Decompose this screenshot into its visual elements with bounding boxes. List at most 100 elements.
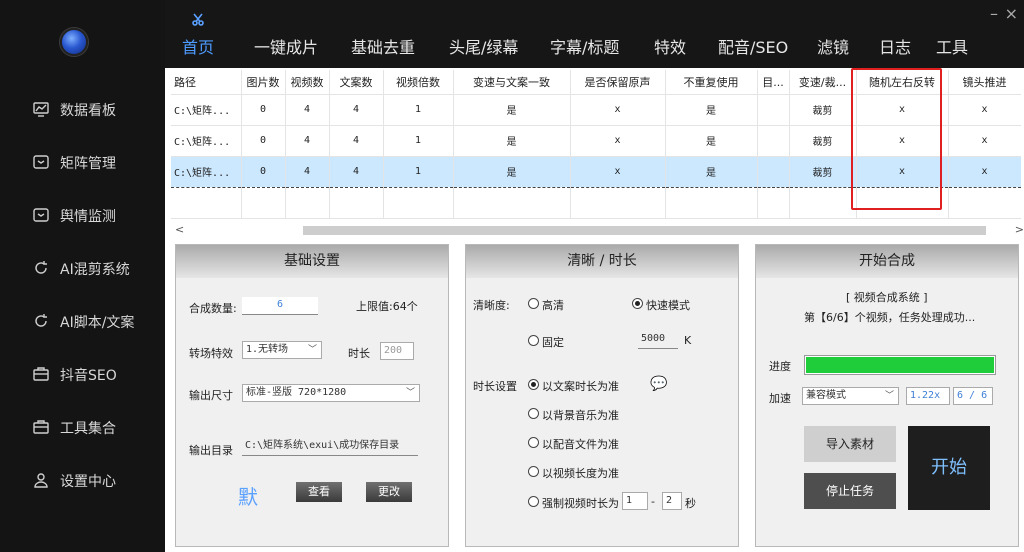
- column-header[interactable]: 图片数: [241, 70, 286, 95]
- d-opt3-label: 以配音文件为准: [542, 438, 619, 451]
- table-cell: x: [856, 125, 949, 157]
- start-button[interactable]: 开始: [908, 426, 990, 510]
- d-opt1-label: 以文案时长为准: [542, 380, 619, 393]
- clarity-duration-panel: 清晰 / 时长 清晰度: 高清 快速模式 固定 5000 K 时长设置 以文案时…: [465, 244, 739, 547]
- radio-text-duration[interactable]: [528, 379, 539, 390]
- table-row-selected[interactable]: C:\矩阵... 0 4 4 1 是 x 是 裁剪 x x: [171, 155, 1021, 188]
- table-cell: 1: [383, 94, 454, 126]
- column-header[interactable]: 不重复使用: [665, 70, 758, 95]
- column-header[interactable]: 变速/裁...: [789, 70, 857, 95]
- tab-dubbing[interactable]: 配音/SEO: [718, 34, 788, 58]
- import-material-button[interactable]: 导入素材: [804, 426, 896, 462]
- radio-video-duration[interactable]: [528, 466, 539, 477]
- close-button[interactable]: ×: [1005, 4, 1018, 23]
- tab-dedup[interactable]: 基础去重: [351, 34, 415, 58]
- table-cell: x: [948, 94, 1021, 126]
- column-header[interactable]: 目...: [757, 70, 790, 95]
- tab-tools[interactable]: 工具: [936, 34, 968, 58]
- radio-fast-mode[interactable]: [632, 298, 643, 309]
- radio-bgm-duration[interactable]: [528, 408, 539, 419]
- chevron-down-icon: ﹀: [405, 388, 415, 398]
- dir-input[interactable]: C:\矩阵系统\exui\成功保存目录: [242, 438, 418, 456]
- scroll-right-icon[interactable]: >: [1015, 223, 1024, 236]
- column-header[interactable]: 是否保留原声: [570, 70, 666, 95]
- sidebar-item-label: 设置中心: [60, 474, 116, 490]
- table-cell: 1: [383, 125, 454, 157]
- table-cell: 4: [329, 125, 384, 157]
- size-select[interactable]: 标准-竖版 720*1280 ﹀: [242, 384, 420, 402]
- sidebar-item-tools[interactable]: 工具集合: [0, 407, 165, 447]
- stop-task-button[interactable]: 停止任务: [804, 473, 896, 509]
- sidebar-item-dashboard[interactable]: 数据看板: [0, 89, 165, 129]
- size-value: 标准-竖版 720*1280: [246, 387, 347, 398]
- speed-mode-select[interactable]: 兼容模式 ﹀: [802, 387, 899, 405]
- radio-hd[interactable]: [528, 298, 539, 309]
- transition-select[interactable]: 1.无转场 ﹀: [242, 341, 322, 359]
- force-max-input[interactable]: 2: [662, 492, 682, 510]
- column-header[interactable]: 视频倍数: [383, 70, 454, 95]
- tab-subtitle[interactable]: 字幕/标题: [550, 34, 619, 58]
- horizontal-scrollbar[interactable]: < >: [175, 223, 1024, 237]
- table-cell: 4: [285, 155, 330, 188]
- sidebar-item-ai-script[interactable]: AI脚本/文案: [0, 301, 165, 341]
- radio-dub-duration[interactable]: [528, 437, 539, 448]
- tab-log[interactable]: 日志: [879, 34, 911, 58]
- table-cell: x: [570, 155, 666, 188]
- default-button[interactable]: 默: [238, 481, 258, 510]
- sidebar-item-monitor[interactable]: 舆情监测: [0, 195, 165, 235]
- table-cell: 裁剪: [789, 125, 857, 157]
- table-cell: x: [856, 155, 949, 188]
- column-header[interactable]: 视频数: [285, 70, 330, 95]
- radio-force-duration[interactable]: [528, 496, 539, 507]
- progress-bar: [804, 355, 996, 375]
- panel-title: 开始合成: [756, 245, 1018, 278]
- progress-fill: [806, 357, 994, 373]
- column-header[interactable]: 随机左右反转: [856, 70, 949, 95]
- sidebar-item-settings[interactable]: 设置中心: [0, 460, 165, 500]
- table-row[interactable]: C:\矩阵... 0 4 4 1 是 x 是 裁剪 x x: [171, 94, 1021, 126]
- tab-effects[interactable]: 特效: [654, 34, 686, 58]
- change-button[interactable]: 更改: [366, 482, 412, 502]
- size-label: 输出尺寸: [189, 389, 233, 402]
- basic-settings-panel: 基础设置 合成数量: 6 上限值:64个 转场特效 1.无转场 ﹀ 时长 200…: [175, 244, 449, 547]
- sidebar-item-matrix[interactable]: 矩阵管理: [0, 142, 165, 182]
- tab-head-tail[interactable]: 头尾/绿幕: [449, 34, 518, 58]
- sidebar-item-label: 数据看板: [60, 103, 116, 119]
- tab-home[interactable]: 首页: [182, 34, 214, 58]
- briefcase-icon: [32, 365, 50, 383]
- table-row-empty: [171, 187, 1021, 219]
- scroll-left-icon[interactable]: <: [175, 223, 184, 236]
- table-row[interactable]: C:\矩阵... 0 4 4 1 是 x 是 裁剪 x x: [171, 125, 1021, 157]
- count-input[interactable]: 6: [242, 297, 318, 315]
- duration-input[interactable]: 200: [380, 342, 414, 360]
- tab-filter[interactable]: 滤镜: [817, 34, 849, 58]
- scrollbar-thumb[interactable]: [303, 226, 986, 235]
- briefcase-icon: [32, 418, 50, 436]
- table-cell: 0: [241, 94, 286, 126]
- d-opt5-label: 强制视频时长为: [542, 497, 619, 510]
- chart-monitor-icon: [32, 100, 50, 118]
- column-header[interactable]: 镜头推进: [948, 70, 1021, 95]
- view-button[interactable]: 查看: [296, 482, 342, 502]
- column-header[interactable]: 文案数: [329, 70, 384, 95]
- force-min-input[interactable]: 1: [622, 492, 648, 510]
- table-cell: 4: [285, 125, 330, 157]
- speed-rate: 1.22x: [906, 387, 950, 405]
- table-cell: x: [856, 94, 949, 126]
- column-header[interactable]: 变速与文案一致: [453, 70, 571, 95]
- sidebar-item-ai-mix[interactable]: AI混剪系统: [0, 248, 165, 288]
- minimize-button[interactable]: –: [990, 4, 998, 23]
- system-name: [ 视频合成系统 ]: [846, 291, 928, 304]
- column-header[interactable]: 路径: [171, 70, 242, 95]
- sidebar-item-label: 舆情监测: [60, 209, 116, 225]
- tab-one-click[interactable]: 一键成片: [254, 34, 318, 58]
- sidebar-item-douyin-seo[interactable]: 抖音SEO: [0, 354, 165, 394]
- chat-bubble-icon[interactable]: 💬: [650, 376, 667, 392]
- radio-fixed[interactable]: [528, 335, 539, 346]
- limit-label: 上限值:64个: [356, 300, 418, 313]
- duration-label: 时长: [348, 347, 370, 360]
- speed-count: 6 / 6: [953, 387, 993, 405]
- d-opt4-label: 以视频长度为准: [542, 467, 619, 480]
- bitrate-input[interactable]: 5000: [638, 331, 678, 349]
- table-cell: 0: [241, 155, 286, 188]
